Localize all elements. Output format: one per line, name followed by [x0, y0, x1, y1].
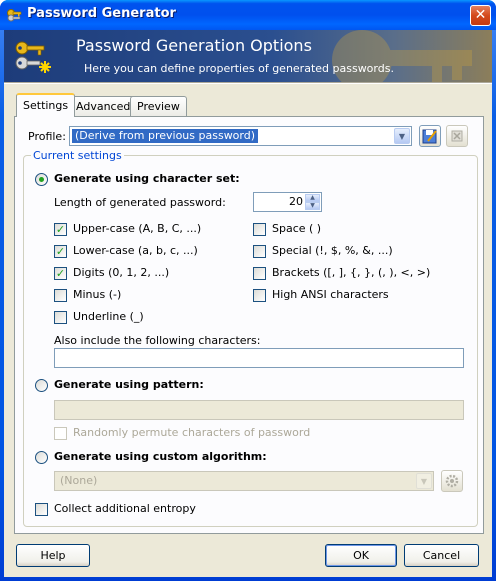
banner-separator [4, 82, 492, 84]
keys-icon [7, 9, 22, 22]
title-bar[interactable]: Password Generator ✕ [0, 0, 496, 30]
also-include-label: Also include the following characters: [54, 334, 261, 347]
high-ansi-checkbox[interactable] [253, 289, 266, 302]
spin-down-icon[interactable]: ▼ [305, 202, 320, 210]
help-button[interactable]: Help [16, 544, 90, 567]
banner-title: Password Generation Options [76, 36, 312, 55]
permute-label: Randomly permute characters of password [73, 426, 311, 439]
gear-icon [445, 474, 459, 488]
close-icon: ✕ [474, 7, 487, 23]
custom-algorithm-label: Generate using custom algorithm: [54, 450, 267, 463]
charset-label: Generate using character set: [54, 172, 240, 185]
profile-label: Profile: [28, 130, 66, 143]
profile-select[interactable]: (Derive from previous password) ▼ [69, 126, 412, 146]
lowercase-label: Lower-case (a, b, c, ...) [73, 244, 198, 257]
algorithm-options-button[interactable] [441, 470, 463, 492]
ok-button[interactable]: OK [325, 544, 397, 567]
length-label: Length of generated password: [54, 196, 226, 209]
delete-icon [451, 130, 463, 142]
minus-checkbox[interactable] [54, 289, 67, 302]
charset-radio[interactable] [35, 173, 48, 186]
brackets-checkbox[interactable] [253, 267, 266, 280]
current-settings-label: Current settings [31, 149, 124, 162]
length-value: 20 [289, 195, 303, 208]
entropy-label: Collect additional entropy [54, 502, 196, 515]
also-include-input[interactable] [54, 348, 464, 368]
custom-algorithm-radio[interactable] [35, 451, 48, 464]
permute-checkbox[interactable] [54, 427, 67, 440]
cancel-button[interactable]: Cancel [404, 544, 479, 567]
tab-preview[interactable]: Preview [130, 96, 187, 116]
dialog-client: Password Generation Options Here you can… [4, 30, 492, 577]
tab-settings[interactable]: Settings [16, 93, 76, 117]
brackets-label: Brackets ([, ], {, }, (, ), <, >) [272, 266, 431, 279]
save-profile-icon [422, 129, 437, 144]
digits-checkbox[interactable]: ✓ [54, 267, 67, 280]
lowercase-checkbox[interactable]: ✓ [54, 245, 67, 258]
uppercase-checkbox[interactable]: ✓ [54, 223, 67, 236]
minus-label: Minus (-) [73, 288, 122, 301]
uppercase-label: Upper-case (A, B, C, ...) [73, 222, 202, 235]
underline-checkbox[interactable] [54, 311, 67, 324]
dialog-window: Password Generator ✕ Password Generation… [0, 0, 496, 581]
pattern-input[interactable] [54, 400, 464, 420]
profile-value: (Derive from previous password) [72, 129, 259, 143]
settings-panel: Profile: (Derive from previous password)… [14, 116, 484, 534]
banner-subtitle: Here you can define properties of genera… [84, 62, 394, 75]
space-checkbox[interactable] [253, 223, 266, 236]
pattern-radio[interactable] [35, 379, 48, 392]
window-title: Password Generator [27, 6, 176, 21]
digits-label: Digits (0, 1, 2, ...) [73, 266, 170, 279]
space-label: Space ( ) [272, 222, 322, 235]
special-checkbox[interactable] [253, 245, 266, 258]
spin-up-icon[interactable]: ▲ [305, 194, 320, 202]
tab-advanced[interactable]: Advanced [69, 96, 138, 116]
password-generator-icon [15, 41, 51, 73]
save-profile-button[interactable] [419, 125, 441, 147]
chevron-down-icon[interactable]: ▼ [416, 473, 432, 489]
close-button[interactable]: ✕ [470, 5, 491, 26]
custom-algorithm-select[interactable]: (None) ▼ [54, 471, 434, 491]
underline-label: Underline (_) [73, 310, 144, 323]
pattern-label: Generate using pattern: [54, 378, 204, 391]
banner: Password Generation Options Here you can… [4, 30, 492, 82]
chevron-down-icon[interactable]: ▼ [394, 128, 410, 144]
special-label: Special (!, $, %, &, ...) [272, 244, 393, 257]
length-spinner[interactable]: 20 ▲ ▼ [253, 192, 322, 212]
custom-algorithm-value: (None) [60, 474, 98, 487]
high-ansi-label: High ANSI characters [272, 288, 389, 301]
delete-profile-button[interactable] [446, 125, 468, 147]
entropy-checkbox[interactable] [35, 503, 48, 516]
